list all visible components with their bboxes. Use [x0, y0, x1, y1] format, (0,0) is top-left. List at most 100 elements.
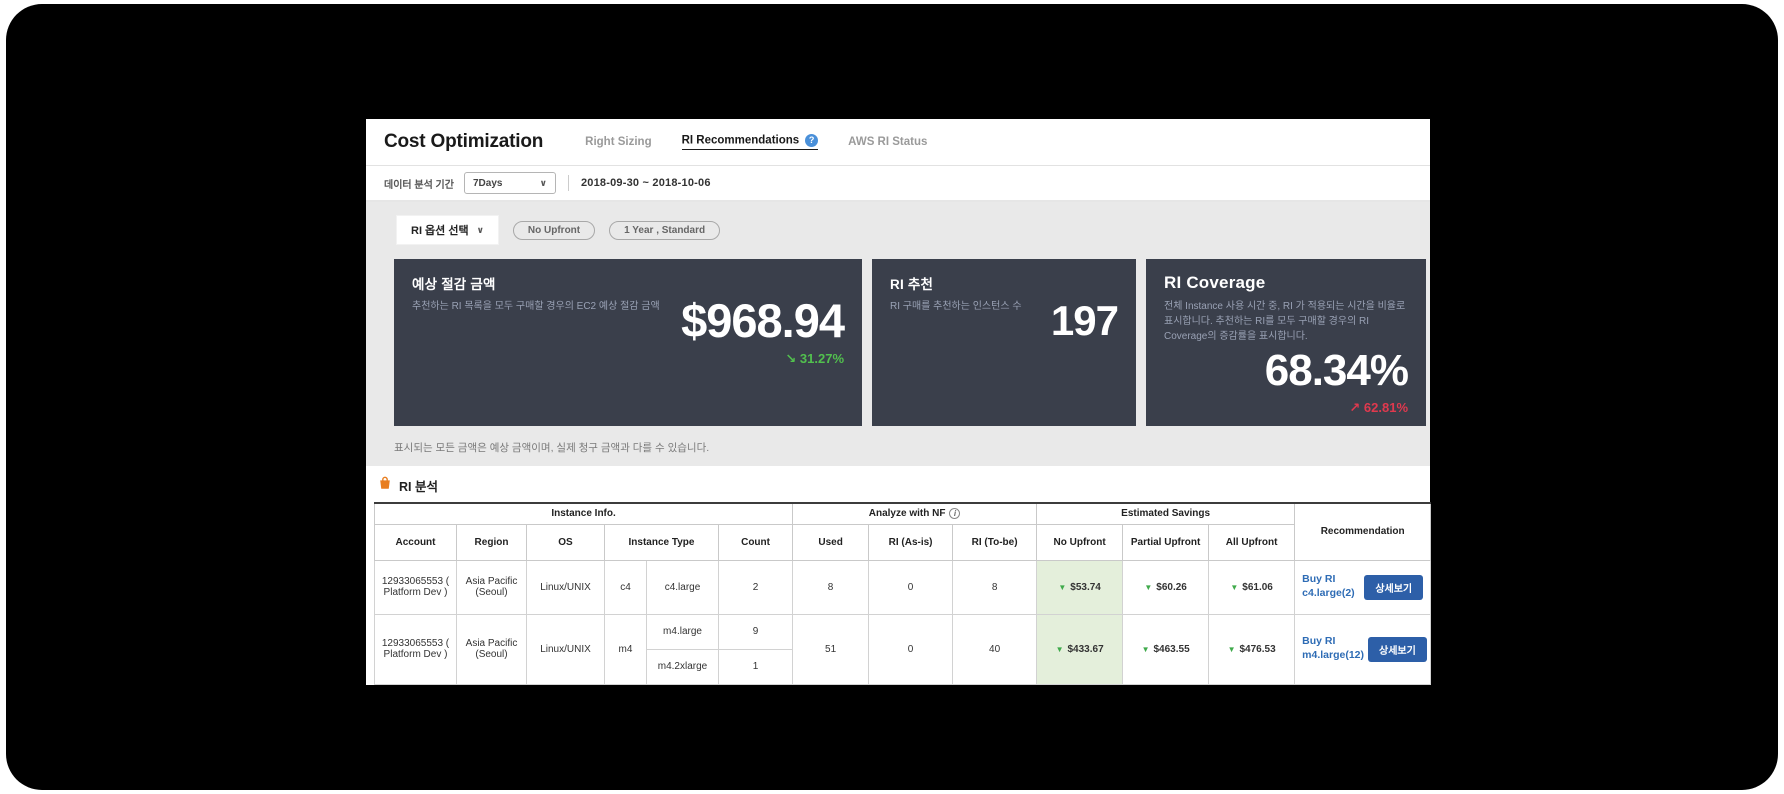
- top-bar: Cost Optimization Right Sizing RI Recomm…: [366, 119, 1430, 166]
- cell-used: 8: [793, 560, 869, 614]
- cell-count: 1: [719, 649, 793, 684]
- summary-section: RI 옵션 선택 ∨ No Upfront 1 Year , Standard …: [366, 202, 1430, 466]
- table-row: 12933065553 ( Platform Dev ) Asia Pacifi…: [375, 614, 1431, 649]
- cell-recommendation: Buy RI m4.large(12) 상세보기: [1295, 614, 1431, 684]
- cell-ri-as-is: 0: [869, 614, 953, 684]
- savings-value: $60.26: [1156, 582, 1187, 593]
- cell-no-upfront: ▼$433.67: [1037, 614, 1123, 684]
- chevron-down-icon: ∨: [477, 225, 484, 236]
- cell-used: 51: [793, 614, 869, 684]
- tab-right-sizing[interactable]: Right Sizing: [585, 136, 651, 148]
- tab-ri-recommendations[interactable]: RI Recommendations?: [682, 134, 819, 150]
- delta-value: 62.81%: [1364, 400, 1408, 415]
- card-value: 68.34%: [1265, 346, 1408, 396]
- cell-all-upfront: ▼ $61.06: [1209, 560, 1295, 614]
- triangle-down-icon: ▼: [1056, 645, 1064, 654]
- cell-region: Asia Pacific (Seoul): [457, 560, 527, 614]
- period-label: 데이터 분석 기간: [384, 176, 454, 191]
- triangle-down-icon: ▼: [1144, 583, 1152, 592]
- triangle-down-icon: ▼: [1058, 583, 1066, 592]
- card-expected-savings: 예상 절감 금액 추천하는 RI 목록을 모두 구매할 경우의 EC2 예상 절…: [394, 259, 862, 426]
- bag-icon: [378, 476, 392, 495]
- cost-optimization-panel: Cost Optimization Right Sizing RI Recomm…: [366, 119, 1430, 685]
- col-no-upfront: No Upfront: [1037, 524, 1123, 560]
- card-ri-coverage: RI Coverage 전체 Instance 사용 시간 중, RI 가 적용…: [1146, 259, 1426, 426]
- savings-value: $53.74: [1070, 582, 1101, 593]
- triangle-down-icon: ▼: [1230, 583, 1238, 592]
- col-ri-as-is: RI (As-is): [869, 524, 953, 560]
- col-recommendation: Recommendation: [1295, 503, 1431, 560]
- group-estimated-savings: Estimated Savings: [1037, 503, 1295, 524]
- card-delta: ↘ 31.27%: [785, 351, 844, 367]
- cell-account: 12933065553 ( Platform Dev ): [375, 614, 457, 684]
- page-title: Cost Optimization: [384, 131, 543, 153]
- card-value: $968.94: [681, 293, 844, 348]
- buy-ri-link[interactable]: Buy RI c4.large(2): [1302, 573, 1360, 600]
- cell-ri-to-be: 8: [953, 560, 1037, 614]
- help-icon[interactable]: ?: [805, 134, 818, 147]
- tab-bar: Right Sizing RI Recommendations? AWS RI …: [585, 134, 927, 150]
- cell-count: 2: [719, 560, 793, 614]
- ri-analysis-table: Instance Info. Analyze with NFi Estimate…: [374, 502, 1431, 685]
- filter-bar: 데이터 분석 기간 7Days ∨ 2018-09-30 ~ 2018-10-0…: [366, 166, 1430, 202]
- cell-family: m4: [605, 614, 647, 684]
- group-analyze-with-nf: Analyze with NFi: [793, 503, 1037, 524]
- ri-option-select-button[interactable]: RI 옵션 선택 ∨: [396, 215, 499, 245]
- cell-instance-type: c4.large: [647, 560, 719, 614]
- triangle-down-icon: ▼: [1228, 645, 1236, 654]
- group-label: Analyze with NF: [869, 508, 946, 519]
- card-title: RI 추천: [890, 273, 1118, 293]
- date-range: 2018-09-30 ~ 2018-10-06: [581, 177, 711, 189]
- savings-value: $463.55: [1153, 644, 1189, 655]
- col-os: OS: [527, 524, 605, 560]
- period-select[interactable]: 7Days ∨: [464, 172, 556, 194]
- cell-os: Linux/UNIX: [527, 560, 605, 614]
- ri-option-label: RI 옵션 선택: [411, 222, 469, 238]
- col-region: Region: [457, 524, 527, 560]
- cell-account: 12933065553 ( Platform Dev ): [375, 560, 457, 614]
- tab-aws-ri-status[interactable]: AWS RI Status: [848, 136, 927, 148]
- period-value: 7Days: [473, 178, 502, 189]
- cell-instance-type: m4.2xlarge: [647, 649, 719, 684]
- disclaimer-note: 표시되는 모든 금액은 예상 금액이며, 실제 청구 금액과 다를 수 있습니다…: [394, 440, 1430, 455]
- triangle-down-icon: ▼: [1142, 645, 1150, 654]
- cell-partial-upfront: ▼ $60.26: [1123, 560, 1209, 614]
- savings-value: $61.06: [1242, 582, 1273, 593]
- buy-ri-link[interactable]: Buy RI m4.large(12): [1302, 635, 1364, 662]
- cell-partial-upfront: ▼$463.55: [1123, 614, 1209, 684]
- cell-all-upfront: ▼ $476.53: [1209, 614, 1295, 684]
- col-all-upfront: All Upfront: [1209, 524, 1295, 560]
- cell-region: Asia Pacific (Seoul): [457, 614, 527, 684]
- cell-ri-as-is: 0: [869, 560, 953, 614]
- card-description: 전체 Instance 사용 시간 중, RI 가 적용되는 시간을 비율로 표…: [1164, 299, 1408, 344]
- card-title: RI Coverage: [1164, 273, 1408, 293]
- pill-term-standard[interactable]: 1 Year , Standard: [609, 221, 720, 240]
- savings-value: $433.67: [1067, 644, 1103, 655]
- info-icon[interactable]: i: [949, 508, 960, 519]
- vertical-divider: [568, 175, 569, 191]
- savings-value: $476.53: [1240, 644, 1276, 655]
- detail-button[interactable]: 상세보기: [1364, 575, 1423, 600]
- black-frame: Cost Optimization Right Sizing RI Recomm…: [6, 4, 1778, 790]
- col-used: Used: [793, 524, 869, 560]
- cell-family: c4: [605, 560, 647, 614]
- arrow-up-right-icon: ↗: [1349, 400, 1360, 415]
- delta-value: 31.27%: [800, 351, 844, 366]
- pill-no-upfront[interactable]: No Upfront: [513, 221, 595, 240]
- col-partial-upfront: Partial Upfront: [1123, 524, 1209, 560]
- cell-no-upfront: ▼ $53.74: [1037, 560, 1123, 614]
- col-instance-type: Instance Type: [605, 524, 719, 560]
- column-header-row: Account Region OS Instance Type Count Us…: [375, 524, 1431, 560]
- tab-label: RI Recommendations: [682, 135, 800, 147]
- cell-instance-type: m4.large: [647, 614, 719, 649]
- group-instance-info: Instance Info.: [375, 503, 793, 524]
- metric-cards: 예상 절감 금액 추천하는 RI 목록을 모두 구매할 경우의 EC2 예상 절…: [394, 259, 1426, 426]
- section-title: RI 분석: [399, 476, 438, 495]
- table-row: 12933065553 ( Platform Dev ) Asia Pacifi…: [375, 560, 1431, 614]
- cell-ri-to-be: 40: [953, 614, 1037, 684]
- card-title: 예상 절감 금액: [412, 273, 844, 293]
- detail-button[interactable]: 상세보기: [1368, 637, 1427, 662]
- card-ri-recommendation-count: RI 추천 RI 구매를 추천하는 인스턴스 수 197: [872, 259, 1136, 426]
- cell-recommendation: Buy RI c4.large(2) 상세보기: [1295, 560, 1431, 614]
- col-account: Account: [375, 524, 457, 560]
